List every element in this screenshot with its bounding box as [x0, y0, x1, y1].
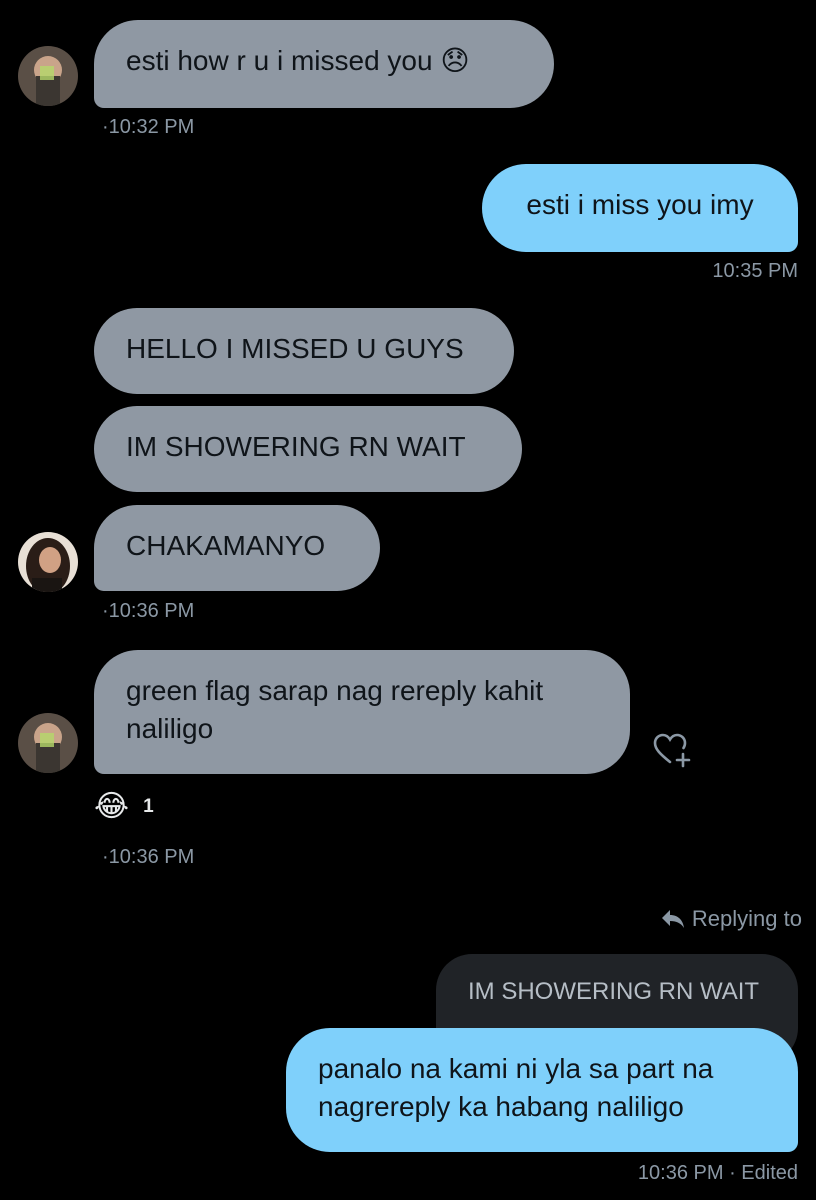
avatar[interactable]	[18, 532, 78, 592]
avatar[interactable]	[18, 46, 78, 106]
message-text: esti i miss you imy	[526, 189, 754, 220]
message-bubble[interactable]: esti how r u i missed you 😞	[94, 20, 554, 108]
message-bubble[interactable]: IM SHOWERING RN WAIT	[94, 406, 522, 492]
message-bubble[interactable]: green flag sarap nag rereply kahit nalil…	[94, 650, 630, 774]
timestamp: 10:36 PM · Edited	[637, 1162, 798, 1184]
reaction-badge[interactable]: 😂 1	[94, 790, 154, 824]
message-bubble[interactable]: esti i miss you imy	[482, 164, 798, 252]
message-text: HELLO I MISSED U GUYS	[126, 333, 464, 364]
timestamp: ·10:32 PM	[102, 116, 195, 138]
message-text: CHAKAMANYO	[126, 530, 326, 561]
message-bubble[interactable]: panalo na kami ni yla sa part na nagrere…	[286, 1028, 798, 1152]
replying-to: Replying to	[660, 906, 802, 932]
timestamp: ·10:36 PM	[102, 846, 195, 868]
message-bubble[interactable]: HELLO I MISSED U GUYS	[94, 308, 514, 394]
timestamp: ·10:36 PM	[102, 600, 195, 622]
reaction-count: 1	[143, 796, 154, 817]
reply-arrow-icon	[661, 910, 684, 928]
message-text: green flag sarap nag rereply kahit nalil…	[126, 675, 544, 744]
timestamp: 10:35 PM	[712, 260, 798, 282]
message-text: panalo na kami ni yla sa part na nagrere…	[318, 1053, 714, 1122]
avatar[interactable]	[18, 713, 78, 773]
quoted-text: IM SHOWERING RN WAIT	[468, 978, 760, 1005]
message-bubble[interactable]: CHAKAMANYO	[94, 505, 380, 591]
tears-of-joy-emoji: 😂	[94, 790, 130, 823]
heart-plus-icon[interactable]	[652, 732, 692, 768]
message-text: esti how r u i missed you	[126, 45, 433, 76]
disappointed-emoji: 😞	[440, 45, 470, 76]
message-text: IM SHOWERING RN WAIT	[126, 431, 466, 462]
